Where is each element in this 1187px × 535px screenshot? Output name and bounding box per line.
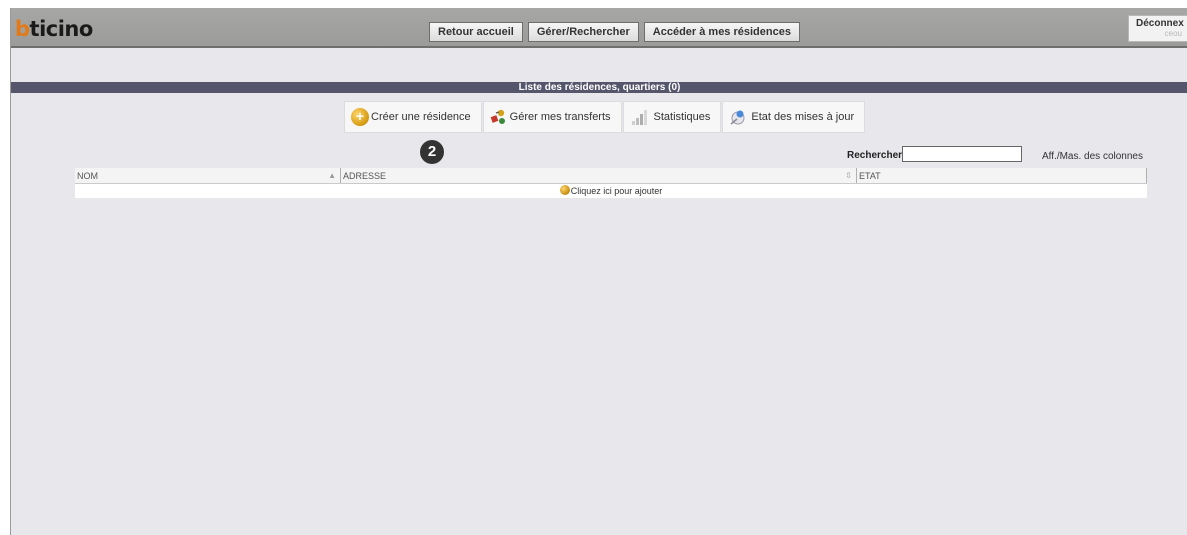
column-label: NOM — [77, 171, 98, 181]
home-button[interactable]: Retour accueil — [429, 22, 523, 42]
logo-b: b — [15, 17, 30, 41]
app-frame: bticino Retour accueil Gérer/Rechercher … — [10, 8, 1187, 535]
logo-text: ticino — [29, 17, 94, 41]
table-header: NOM ▲ ADRESSE ⇳ ETAT — [75, 168, 1147, 184]
step-callout-badge: 2 — [420, 140, 444, 164]
add-row-label: Cliquez ici pour ajouter — [570, 186, 663, 196]
search-label: Rechercher — [847, 150, 903, 161]
column-label: ETAT — [859, 171, 881, 181]
logout-label: Déconnex — [1136, 18, 1184, 29]
tab-update-status[interactable]: Etat des mises à jour — [722, 101, 866, 133]
column-label: ADRESSE — [343, 171, 387, 181]
tab-create-residence[interactable]: Créer une résidence — [344, 101, 482, 133]
my-residences-button[interactable]: Accéder à mes résidences — [643, 22, 800, 42]
column-header-name[interactable]: NOM ▲ — [75, 168, 341, 183]
column-header-address[interactable]: ADRESSE ⇳ — [341, 168, 857, 183]
sort-asc-icon: ▲ — [328, 171, 336, 180]
action-tabs: Créer une résidence Gérer mes transferts — [344, 101, 866, 133]
tab-label: Créer une résidence — [371, 111, 471, 123]
column-header-state[interactable]: ETAT — [857, 168, 1147, 183]
tab-label: Statistiques — [653, 111, 711, 123]
tab-label: Gérer mes transferts — [509, 111, 611, 123]
add-circle-icon — [351, 107, 369, 126]
tab-statistics[interactable]: Statistiques — [622, 101, 722, 133]
logout-sub: ceou — [1164, 29, 1182, 38]
header: bticino Retour accueil Gérer/Rechercher … — [11, 8, 1187, 48]
bar-chart-icon — [630, 108, 648, 126]
manage-search-button[interactable]: Gérer/Rechercher — [527, 22, 639, 42]
search-input[interactable] — [902, 146, 1022, 162]
transfer-icon — [490, 108, 508, 126]
top-nav: Retour accueil Gérer/Rechercher Accéder … — [429, 22, 800, 42]
add-row[interactable]: Cliquez ici pour ajouter — [75, 184, 1147, 198]
tab-label: Etat des mises à jour — [751, 111, 855, 123]
tab-manage-transfers[interactable]: Gérer mes transferts — [482, 101, 622, 133]
list-title: Liste des résidences, quartiers (0) — [11, 82, 1187, 93]
update-icon — [729, 108, 747, 126]
add-circle-icon — [559, 185, 570, 195]
residences-table: NOM ▲ ADRESSE ⇳ ETAT Cliquez ici pour aj… — [75, 168, 1147, 198]
logout-button[interactable]: Déconnex ceou — [1128, 15, 1187, 42]
toggle-columns-button[interactable]: Aff./Mas. des colonnes — [1042, 151, 1143, 162]
sort-icon: ⇳ — [845, 171, 852, 180]
bticino-logo[interactable]: bticino — [15, 18, 93, 40]
